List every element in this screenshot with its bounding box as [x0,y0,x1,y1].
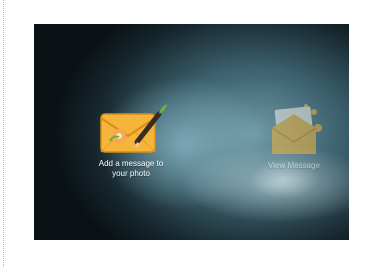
add-message-label: Add a message to your photo [98,159,164,178]
open-envelope-letter-icon [271,104,322,154]
add-message-button[interactable]: Add a message to your photo [76,102,186,179]
view-message-label: View Message [268,161,320,170]
photo-screen: Add a message to your photo View Message [34,24,349,240]
view-message-button[interactable]: View Message [244,102,344,171]
frame-border [3,0,4,267]
envelope-pencil-icon [100,104,167,153]
